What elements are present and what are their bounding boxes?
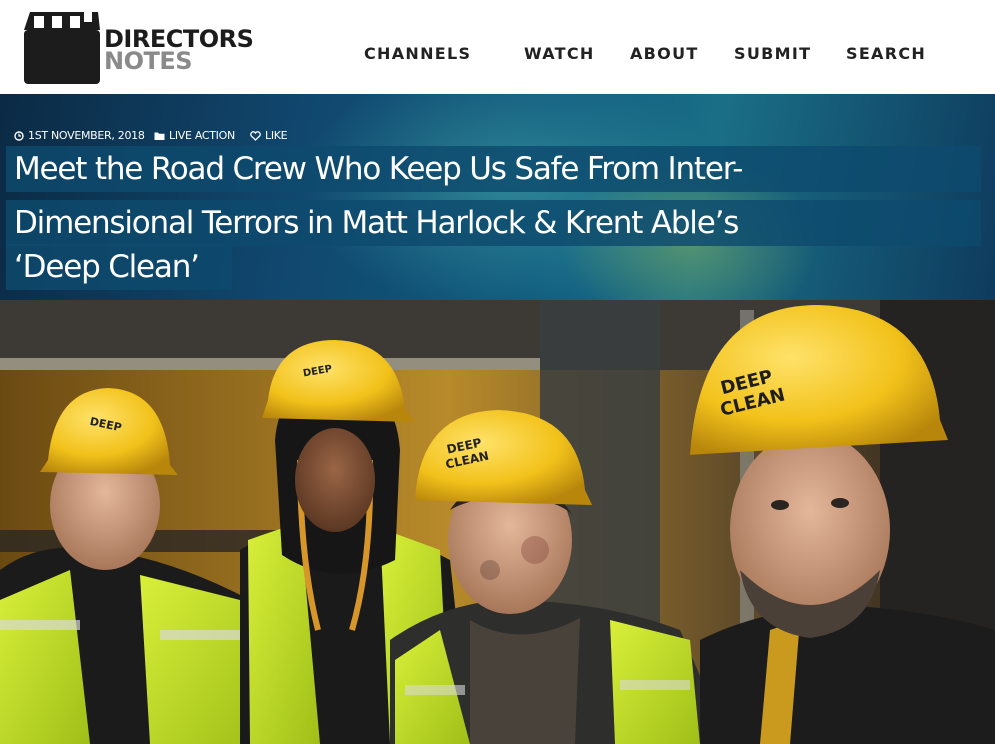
article-title-line: Dimensional Terrors in Matt Harlock & Kr… (6, 200, 981, 246)
logo-line-notes: NOTES (104, 47, 193, 75)
article-hero-banner: 1ST NOVEMBER, 2018 LIVE ACTION LIKE Meet… (0, 94, 995, 300)
folder-icon (154, 132, 165, 140)
nav-channels[interactable]: CHANNELS (364, 44, 471, 63)
site-logo[interactable]: DIRECTORS NOTES (22, 6, 272, 86)
article-title-line: ‘Deep Clean’ (6, 244, 232, 290)
article-hero-photo: DEEP DEEP DEEP CLEAN DEEP CLEAN (0, 300, 995, 744)
clock-icon (14, 131, 24, 141)
nav-submit[interactable]: SUBMIT (734, 44, 811, 63)
logo-wordmark: DIRECTORS NOTES (104, 27, 254, 75)
nav-search[interactable]: SEARCH (846, 44, 926, 63)
post-category[interactable]: LIVE ACTION (154, 128, 235, 144)
nav-watch[interactable]: WATCH (524, 44, 595, 63)
heart-icon (250, 131, 261, 141)
clapperboard-logo-icon (24, 12, 100, 84)
like-label: LIKE (265, 129, 288, 142)
post-category-text: LIVE ACTION (169, 129, 235, 142)
post-date-text: 1ST NOVEMBER, 2018 (28, 129, 145, 142)
post-date: 1ST NOVEMBER, 2018 (14, 128, 145, 144)
site-header: DIRECTORS NOTES CHANNELS WATCH ABOUT SUB… (0, 0, 995, 94)
road-crew-photo: DEEP DEEP DEEP CLEAN DEEP CLEAN (0, 300, 995, 744)
like-button[interactable]: LIKE (250, 128, 288, 144)
article-title-line: Meet the Road Crew Who Keep Us Safe From… (6, 146, 981, 192)
article-title: Meet the Road Crew Who Keep Us Safe From… (6, 146, 981, 300)
nav-about[interactable]: ABOUT (630, 44, 699, 63)
